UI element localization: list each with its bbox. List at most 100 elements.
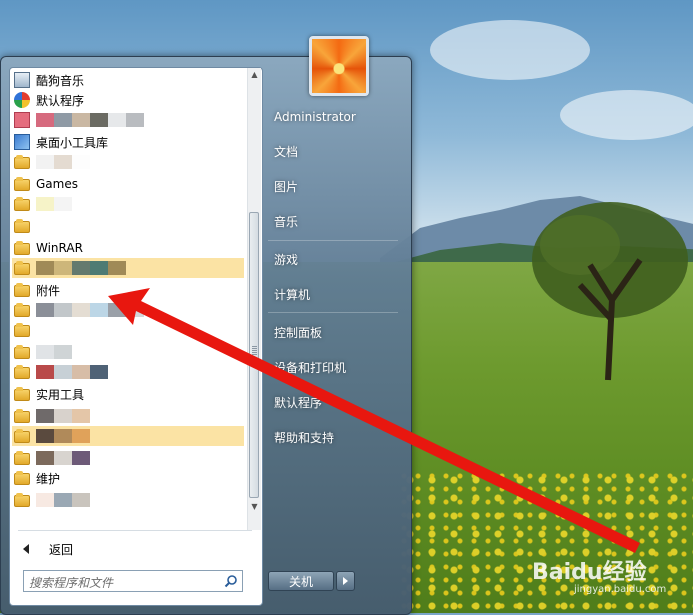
redacted-block <box>36 365 54 379</box>
folder-icon <box>14 303 30 317</box>
redacted-block <box>54 451 72 465</box>
redacted-block <box>72 365 90 379</box>
program-list-item[interactable] <box>12 490 244 510</box>
app-icon <box>14 112 30 128</box>
right-menu-separator <box>268 312 398 313</box>
program-list-item[interactable] <box>12 300 244 320</box>
user-name-link[interactable]: Administrator <box>265 104 397 130</box>
program-label: 默认程序 <box>36 93 85 108</box>
right-menu-separator <box>268 240 398 241</box>
scroll-down-icon[interactable]: ▼ <box>248 500 261 513</box>
shutdown-options-arrow-icon[interactable] <box>336 571 355 591</box>
redacted-block <box>36 409 54 423</box>
redacted-block <box>72 303 90 317</box>
program-list-item[interactable] <box>12 406 244 426</box>
folder-icon <box>14 197 30 211</box>
right-menu-item[interactable]: 文档 <box>265 139 397 165</box>
right-menu-item[interactable]: 帮助和支持 <box>265 425 397 451</box>
search-icon[interactable] <box>224 574 238 588</box>
search-placeholder: 搜索程序和文件 <box>29 576 114 590</box>
program-list-item[interactable]: 酷狗音乐 <box>12 70 244 90</box>
redacted-block <box>54 113 72 127</box>
right-menu-item[interactable]: 控制面板 <box>265 320 397 346</box>
redacted-block <box>108 113 126 127</box>
search-input[interactable]: 搜索程序和文件 <box>23 570 243 592</box>
program-list-item[interactable] <box>12 426 244 446</box>
program-label: 酷狗音乐 <box>36 73 85 88</box>
program-list-item[interactable] <box>12 258 244 278</box>
redacted-block <box>36 113 54 127</box>
redacted-block <box>54 365 72 379</box>
program-list-item[interactable]: 桌面小工具库 <box>12 132 244 152</box>
right-menu-item[interactable]: 图片 <box>265 174 397 200</box>
right-menu-item[interactable]: 游戏 <box>265 247 397 273</box>
program-list-item[interactable] <box>12 362 244 382</box>
back-button[interactable]: 返回 <box>18 537 248 561</box>
folder-icon <box>14 451 30 465</box>
program-label: 维护 <box>36 471 61 486</box>
program-list-item[interactable]: Games <box>12 174 244 194</box>
redacted-block <box>54 155 72 169</box>
redacted-block <box>54 493 72 507</box>
flower-picture-icon <box>312 39 366 93</box>
program-list-item[interactable]: 实用工具 <box>12 384 244 404</box>
program-label: Games <box>36 177 78 191</box>
folder-icon <box>14 177 30 191</box>
right-menu-item[interactable]: 计算机 <box>265 282 397 308</box>
program-list-item[interactable] <box>12 320 244 340</box>
redacted-block <box>72 261 90 275</box>
redacted-block <box>126 303 144 317</box>
wallpaper-tree <box>532 202 688 381</box>
program-list-item[interactable]: 默认程序 <box>12 90 244 110</box>
redacted-block <box>108 261 126 275</box>
folder-icon <box>14 365 30 379</box>
program-list-item[interactable] <box>12 216 244 236</box>
redacted-block <box>72 451 90 465</box>
folder-icon <box>14 409 30 423</box>
folder-icon <box>14 429 30 443</box>
program-list-item[interactable] <box>12 448 244 468</box>
back-label: 返回 <box>49 542 74 557</box>
right-menu-item[interactable]: 默认程序 <box>265 390 397 416</box>
redacted-block <box>36 197 54 211</box>
baidu-watermark: Baidu经验 jingyan.baidu.com <box>532 540 682 600</box>
folder-icon <box>14 155 30 169</box>
program-list-item[interactable] <box>12 152 244 172</box>
program-list-item[interactable] <box>12 342 244 362</box>
all-programs-list: 酷狗音乐默认程序桌面小工具库 Games WinRAR 附件实用工具维护 <box>10 68 246 530</box>
gadgets-icon <box>14 134 30 150</box>
redacted-block <box>36 345 54 359</box>
scrollbar-thumb[interactable] <box>249 212 259 498</box>
redacted-block <box>36 303 54 317</box>
program-list-item[interactable] <box>12 194 244 214</box>
redacted-block <box>54 303 72 317</box>
programs-scrollbar[interactable]: ▲ ▼ <box>247 68 261 530</box>
redacted-block <box>36 155 54 169</box>
program-list-item[interactable]: WinRAR <box>12 238 244 258</box>
redacted-block <box>36 451 54 465</box>
program-label: 桌面小工具库 <box>36 135 109 150</box>
redacted-block <box>126 113 144 127</box>
redacted-block <box>54 429 72 443</box>
scroll-up-icon[interactable]: ▲ <box>248 68 261 81</box>
redacted-block <box>36 493 54 507</box>
program-list-item[interactable]: 维护 <box>12 468 244 488</box>
program-label: 附件 <box>36 283 61 298</box>
folder-icon <box>14 219 30 233</box>
program-list-item[interactable] <box>12 110 244 130</box>
program-list-item[interactable]: 附件 <box>12 280 244 300</box>
default-programs-icon <box>14 92 30 108</box>
kugou-music-icon <box>14 72 30 88</box>
folder-icon <box>14 345 30 359</box>
right-menu-item[interactable]: 设备和打印机 <box>265 355 397 381</box>
user-avatar[interactable] <box>309 36 369 96</box>
back-arrow-icon <box>23 544 29 554</box>
redacted-block <box>36 261 54 275</box>
program-label: WinRAR <box>36 241 83 255</box>
folder-icon <box>14 471 30 485</box>
right-menu-item[interactable]: 音乐 <box>265 209 397 235</box>
folder-icon <box>14 261 30 275</box>
shutdown-button[interactable]: 关机 <box>268 571 334 591</box>
programs-panel: 酷狗音乐默认程序桌面小工具库 Games WinRAR 附件实用工具维护 ▲ ▼ 返回… <box>9 67 263 606</box>
redacted-block <box>72 493 90 507</box>
